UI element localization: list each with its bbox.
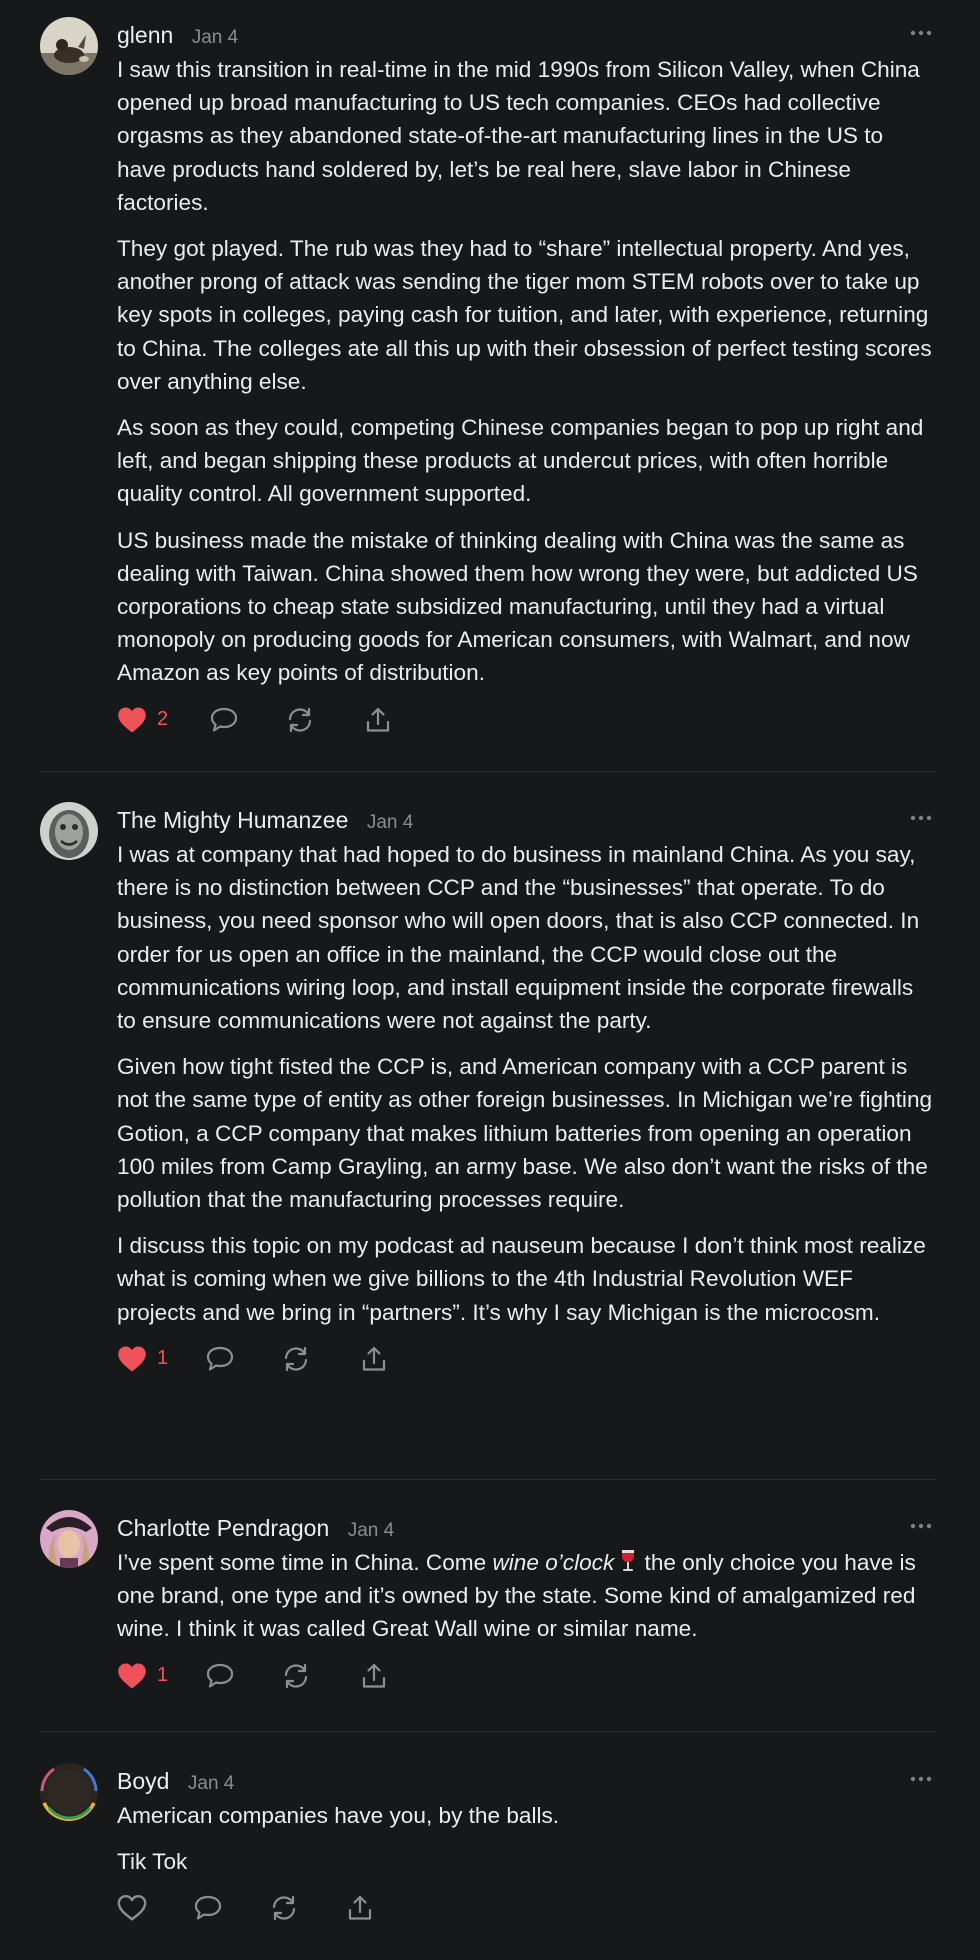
comment-divider — [40, 1479, 936, 1480]
share-button[interactable] — [359, 1343, 389, 1375]
like-count: 2 — [157, 708, 169, 731]
like-button[interactable]: 2 — [117, 704, 168, 736]
comment-date[interactable]: Jan 4 — [188, 1766, 234, 1802]
comment-paragraph: American companies have you, by the ball… — [117, 1803, 560, 1828]
heart-icon — [118, 1346, 146, 1372]
comment-paragraph: Given how tight fisted the CCP is, and A… — [117, 1054, 933, 1213]
comment-date[interactable]: Jan 4 — [348, 1513, 394, 1549]
heart-icon — [117, 1895, 147, 1921]
more-dots-icon[interactable] — [906, 806, 936, 830]
reply-button[interactable] — [205, 1660, 235, 1692]
avatar[interactable] — [40, 802, 98, 860]
comment-divider — [40, 771, 936, 772]
avatar[interactable] — [40, 1510, 98, 1568]
restack-icon — [284, 1346, 308, 1371]
comment-actions — [117, 1892, 936, 1928]
avatar[interactable] — [40, 17, 98, 75]
share-button[interactable] — [363, 704, 393, 736]
speech-bubble-icon — [194, 1896, 222, 1921]
like-count: 1 — [157, 1347, 169, 1370]
restack-icon — [272, 1896, 296, 1921]
avatar[interactable] — [40, 1763, 98, 1821]
share-button[interactable] — [359, 1660, 389, 1692]
comment-divider — [40, 1731, 936, 1732]
restack-button[interactable] — [281, 1660, 311, 1692]
share-icon — [348, 1896, 372, 1921]
heart-icon — [118, 707, 146, 733]
comment-paragraph: They got played. The rub was they had to… — [117, 236, 932, 394]
share-icon — [362, 1663, 386, 1688]
reply-button[interactable] — [209, 704, 239, 736]
comment-actions: 1 — [117, 1343, 936, 1379]
wine-glass-icon — [618, 1549, 638, 1573]
comment-paragraph: US business made the mistake of thinking… — [117, 527, 918, 686]
author-name[interactable]: The Mighty Humanzee — [117, 802, 348, 838]
share-icon — [366, 707, 390, 732]
like-count: 1 — [157, 1664, 169, 1687]
more-dots-icon[interactable] — [906, 1767, 936, 1791]
comment-date[interactable]: Jan 4 — [367, 805, 413, 841]
comment-text: I’ve spent some time in China. Come — [117, 1550, 493, 1575]
comment-paragraph: I discuss this topic on my podcast ad na… — [117, 1233, 926, 1325]
more-dots-icon[interactable] — [906, 21, 936, 45]
restack-button[interactable] — [281, 1343, 311, 1375]
restack-icon — [284, 1663, 308, 1688]
comment-paragraph: I was at company that had hoped to do bu… — [117, 842, 920, 1034]
author-name[interactable]: Charlotte Pendragon — [117, 1510, 329, 1546]
more-dots-icon[interactable] — [906, 1514, 936, 1538]
restack-button[interactable] — [285, 704, 315, 736]
comment-actions: 2 — [117, 704, 936, 740]
comment-text-italic: wine o’clock — [492, 1550, 615, 1575]
like-button[interactable]: 1 — [117, 1660, 168, 1692]
reply-button[interactable] — [193, 1892, 223, 1924]
heart-icon — [118, 1663, 146, 1689]
share-button[interactable] — [345, 1892, 375, 1924]
like-button[interactable] — [117, 1892, 147, 1924]
speech-bubble-icon — [206, 1663, 234, 1688]
like-button[interactable]: 1 — [117, 1343, 168, 1375]
speech-bubble-icon — [210, 707, 238, 732]
comment-actions: 1 — [117, 1660, 936, 1696]
author-name[interactable]: glenn — [117, 17, 173, 53]
restack-button[interactable] — [269, 1892, 299, 1924]
comment-paragraph: I saw this transition in real-time in th… — [117, 57, 920, 215]
speech-bubble-icon — [206, 1346, 234, 1371]
comment-paragraph: Tik Tok — [117, 1849, 188, 1875]
author-name[interactable]: Boyd — [117, 1763, 169, 1799]
comment-date[interactable]: Jan 4 — [192, 20, 238, 56]
comment-paragraph: As soon as they could, competing Chinese… — [117, 415, 924, 507]
comment-paragraph: I’ve spent some time in China. Come wine… — [117, 1546, 936, 1646]
restack-icon — [288, 707, 312, 732]
reply-button[interactable] — [205, 1343, 235, 1375]
share-icon — [362, 1346, 386, 1371]
